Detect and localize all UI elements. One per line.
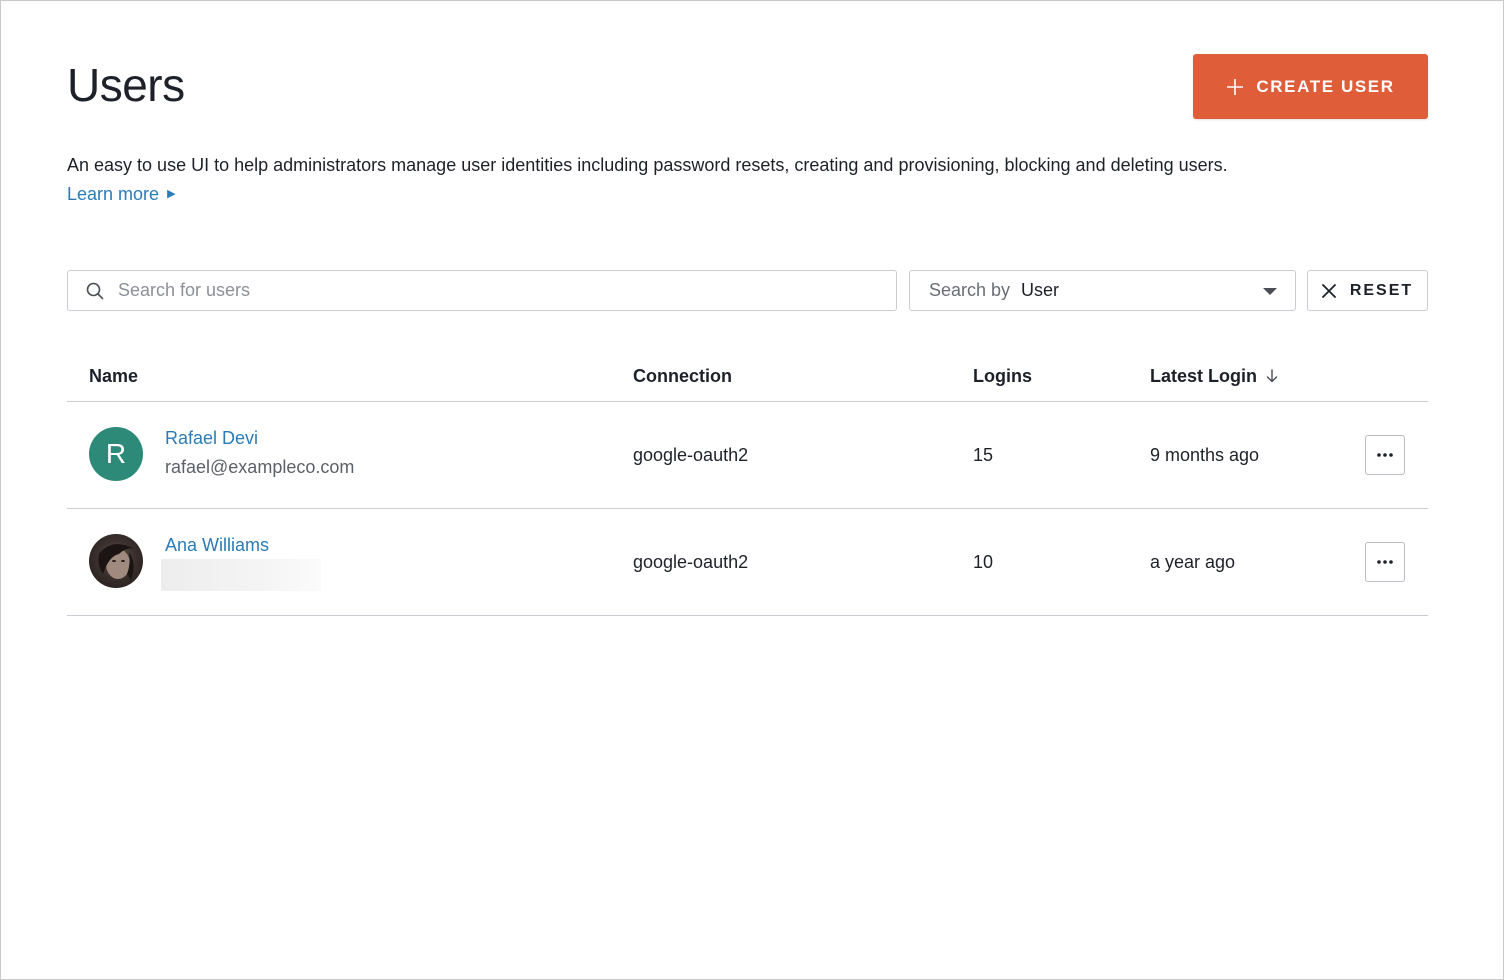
chevron-down-icon [1263, 288, 1277, 295]
logins-cell: 15 [973, 445, 994, 465]
search-by-value: User [1021, 280, 1060, 300]
caret-right-icon: ▶ [167, 188, 176, 200]
connection-cell: google-oauth2 [633, 445, 749, 465]
avatar-photo-icon [98, 544, 134, 580]
user-name-link[interactable]: Rafael Devi [165, 426, 258, 450]
redacted-email [161, 559, 321, 591]
learn-more-link[interactable]: Learn more ▶ [67, 182, 176, 206]
row-actions-button[interactable] [1365, 435, 1405, 475]
search-by-label: Search by [929, 280, 1011, 300]
avatar: R [89, 427, 143, 481]
user-name-link[interactable]: Ana Williams [165, 533, 269, 557]
close-icon [1321, 283, 1336, 298]
latest-login-label: Latest Login [1150, 366, 1257, 386]
plus-icon [1227, 78, 1244, 95]
page-description: An easy to use UI to help administrators… [67, 155, 1228, 175]
table-row: Ana Williams google-oauth2 10 a year ago [67, 509, 1428, 616]
latest-login-cell: 9 months ago [1150, 445, 1260, 465]
create-user-label: CREATE USER [1256, 76, 1395, 96]
search-input[interactable] [116, 279, 880, 302]
avatar [89, 534, 143, 588]
sort-arrow-down-icon [1266, 369, 1278, 383]
connection-cell: google-oauth2 [633, 552, 749, 572]
logins-cell: 10 [973, 552, 994, 572]
column-header-name[interactable]: Name [89, 364, 138, 388]
column-header-latest-login[interactable]: Latest Login [1150, 364, 1279, 388]
search-icon [86, 282, 104, 299]
learn-more-label: Learn more [67, 184, 160, 204]
page-title: Users [67, 59, 185, 111]
column-header-logins[interactable]: Logins [973, 364, 1032, 388]
search-by-select[interactable]: Search by User [909, 270, 1296, 311]
latest-login-cell: a year ago [1150, 552, 1236, 572]
table-row: R Rafael Devi rafael@exampleco.com googl… [67, 402, 1428, 509]
reset-label: RESET [1349, 281, 1414, 299]
create-user-button[interactable]: CREATE USER [1193, 54, 1428, 119]
reset-button[interactable]: RESET [1307, 270, 1428, 311]
row-actions-button[interactable] [1365, 542, 1405, 582]
user-email: rafael@exampleco.com [165, 457, 355, 477]
users-table: Name Connection Logins Latest Login R Ra… [67, 349, 1428, 616]
page-frame: Users CREATE USER An easy to use UI to h… [0, 0, 1504, 980]
search-box [67, 270, 897, 311]
table-header: Name Connection Logins Latest Login [67, 349, 1428, 402]
more-horizontal-icon [1377, 560, 1393, 564]
column-header-connection[interactable]: Connection [633, 364, 732, 388]
more-horizontal-icon [1377, 453, 1393, 457]
